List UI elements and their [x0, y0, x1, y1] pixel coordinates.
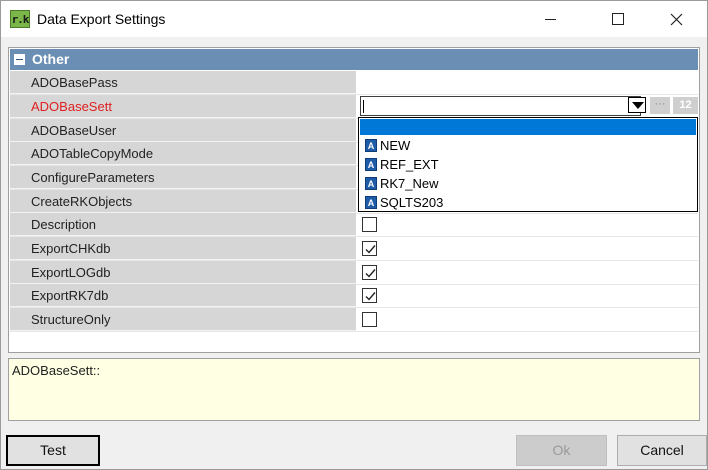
maximize-icon [612, 13, 624, 25]
ok-button[interactable]: Ok [516, 435, 607, 466]
property-row[interactable]: ExportCHKdb [10, 237, 698, 261]
text-caret [363, 100, 364, 113]
property-name: CreateRKObjects [10, 190, 356, 213]
property-name: ExportRK7db [10, 284, 356, 307]
field-icon: A [365, 139, 377, 152]
checkmark-icon [365, 292, 376, 301]
checkmark-icon [365, 245, 376, 254]
property-name: Description [10, 213, 356, 236]
title-bar: r.k Data Export Settings [1, 1, 707, 37]
dialog-window: r.k Data Export Settings Other ADOBasePa… [0, 0, 708, 470]
field-icon: A [365, 158, 377, 171]
maximize-button[interactable] [595, 1, 641, 37]
property-name: ADOBaseSett [10, 95, 356, 118]
close-button[interactable] [653, 1, 699, 37]
dropdown-list: A NEW A REF_EXT A RK7_New A SQLTS203 [358, 117, 698, 212]
dropdown-item[interactable]: A RK7_New [363, 174, 693, 193]
dropdown-item-selected-empty[interactable] [360, 119, 696, 135]
category-header[interactable]: Other [10, 49, 698, 70]
checkbox[interactable] [362, 312, 377, 327]
dropdown-arrow-icon[interactable] [628, 97, 646, 113]
field-icon: A [365, 196, 377, 209]
property-row[interactable]: ExportRK7db [10, 284, 698, 308]
checkbox[interactable] [362, 288, 377, 303]
ellipsis-button[interactable]: ··· [650, 97, 670, 114]
property-value[interactable] [358, 308, 698, 331]
minimize-button[interactable] [527, 1, 573, 37]
property-value[interactable] [358, 284, 698, 307]
checkbox[interactable] [362, 265, 377, 280]
property-name: ConfigureParameters [10, 166, 356, 189]
dropdown-item-label: RK7_New [380, 176, 439, 191]
checkbox[interactable] [362, 217, 377, 232]
property-row[interactable]: ADOBasePass [10, 71, 698, 95]
app-icon: r.k [10, 10, 30, 28]
property-name: ADOBasePass [10, 71, 356, 94]
property-value[interactable] [358, 261, 698, 284]
property-name: ADOTableCopyMode [10, 142, 356, 165]
number-button[interactable]: 12 [673, 97, 698, 114]
cancel-button[interactable]: Cancel [617, 435, 707, 466]
property-name: ADOBaseUser [10, 119, 356, 142]
property-value[interactable] [358, 237, 698, 260]
property-name: StructureOnly [10, 308, 356, 331]
window-title: Data Export Settings [37, 11, 166, 27]
description-panel: ADOBaseSett:: [8, 358, 700, 421]
minimize-icon [544, 18, 556, 20]
property-value[interactable] [358, 213, 698, 236]
collapse-icon[interactable] [14, 54, 25, 65]
property-row[interactable]: StructureOnly [10, 308, 698, 332]
category-label: Other [32, 51, 70, 67]
property-row[interactable]: ADOBaseSett ··· 12 [10, 95, 698, 119]
close-icon [670, 13, 682, 25]
dropdown-item[interactable]: A NEW [363, 136, 693, 155]
dropdown-item-label: SQLTS203 [380, 195, 444, 210]
property-value[interactable]: ··· 12 [358, 95, 698, 118]
property-name: ExportCHKdb [10, 237, 356, 260]
field-icon: A [365, 177, 377, 190]
checkbox[interactable] [362, 241, 377, 256]
checkmark-icon [365, 269, 376, 278]
dropdown-item[interactable]: A SQLTS203 [363, 193, 693, 212]
dropdown-item-label: NEW [380, 138, 411, 153]
description-text: ADOBaseSett:: [12, 363, 101, 378]
value-combo-input[interactable] [360, 96, 641, 116]
property-value[interactable] [358, 71, 698, 94]
dropdown-item-label: REF_EXT [380, 157, 439, 172]
property-row[interactable]: Description [10, 213, 698, 237]
test-button[interactable]: Test [6, 435, 100, 466]
property-name: ExportLOGdb [10, 261, 356, 284]
dropdown-item[interactable]: A REF_EXT [363, 155, 693, 174]
property-row[interactable]: ExportLOGdb [10, 261, 698, 285]
